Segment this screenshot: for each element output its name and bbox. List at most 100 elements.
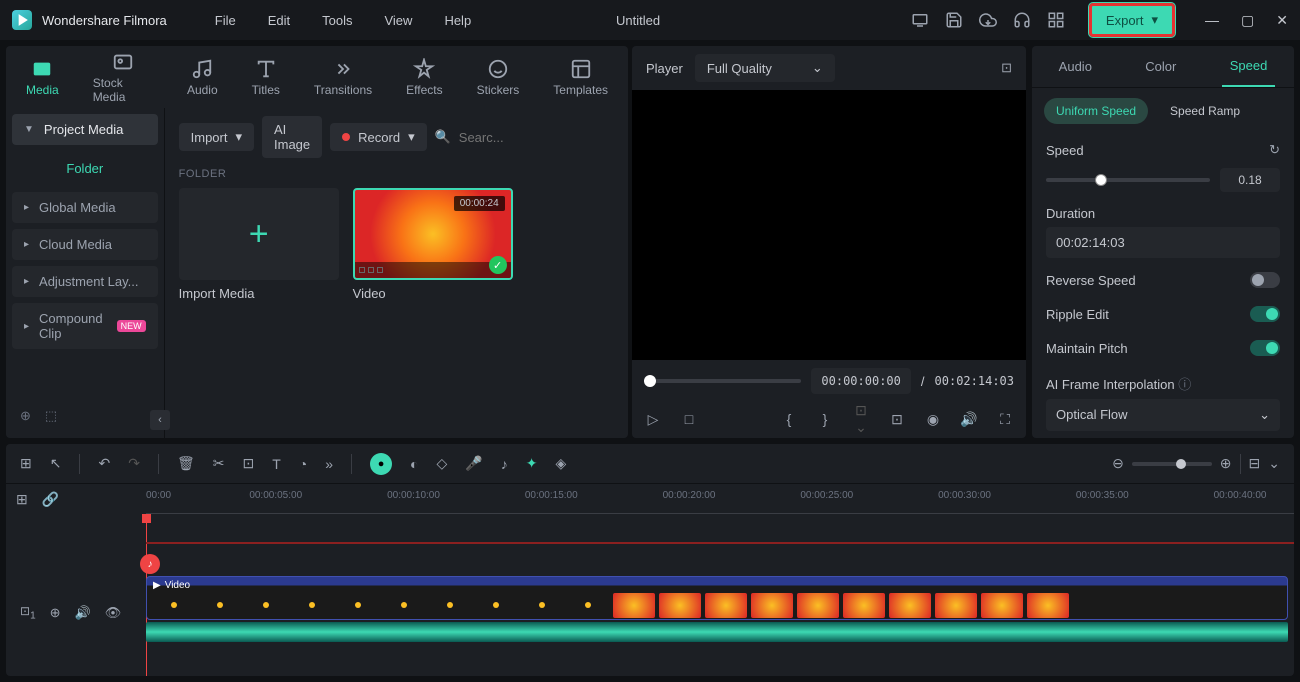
track-icon[interactable]: ⊡1 bbox=[20, 604, 36, 621]
visibility-icon[interactable]: 👁 bbox=[105, 605, 122, 621]
tab-color-props[interactable]: Color bbox=[1137, 47, 1184, 86]
music-icon[interactable]: ♪ bbox=[501, 456, 508, 472]
tab-audio-props[interactable]: Audio bbox=[1051, 47, 1100, 86]
mark-in-icon[interactable]: { bbox=[780, 411, 798, 427]
tab-speed-props[interactable]: Speed bbox=[1222, 46, 1276, 87]
chevron-down-icon: ▾ bbox=[235, 129, 242, 145]
scrub-handle[interactable] bbox=[644, 375, 656, 387]
mic-icon[interactable]: 🎤 bbox=[465, 455, 482, 472]
zoom-in-icon[interactable]: ⊕ bbox=[1220, 455, 1232, 472]
undo-icon[interactable]: ↶ bbox=[98, 455, 110, 472]
maximize-icon[interactable]: ▢ bbox=[1241, 12, 1254, 29]
preview-viewport[interactable] bbox=[632, 90, 1026, 360]
export-button[interactable]: Export ▾ bbox=[1089, 3, 1175, 37]
audio-track[interactable] bbox=[146, 622, 1288, 642]
audio-marker-icon[interactable]: ♪ bbox=[140, 554, 160, 574]
sidebar-compound-clip[interactable]: ▸ Compound Clip NEW bbox=[12, 303, 158, 349]
tab-templates[interactable]: Templates bbox=[553, 58, 608, 97]
keyframe-icon[interactable]: ◈ bbox=[555, 455, 566, 472]
zoom-out-icon[interactable]: ⊖ bbox=[1112, 455, 1124, 472]
play-icon[interactable]: ▷ bbox=[644, 411, 662, 428]
tab-media[interactable]: Media bbox=[26, 58, 59, 97]
subtab-speed-ramp[interactable]: Speed Ramp bbox=[1158, 98, 1252, 124]
redo-icon[interactable]: ↷ bbox=[128, 455, 140, 472]
search-input[interactable] bbox=[459, 130, 628, 145]
ai-icon[interactable]: ● bbox=[370, 453, 392, 475]
cloud-icon[interactable] bbox=[979, 11, 997, 29]
sidebar-global-media[interactable]: ▸ Global Media bbox=[12, 192, 158, 223]
apps-icon[interactable] bbox=[1047, 11, 1065, 29]
speed-handle[interactable] bbox=[1095, 174, 1107, 186]
project-media-header[interactable]: ▼ Project Media bbox=[12, 114, 158, 145]
menu-tools[interactable]: Tools bbox=[308, 9, 366, 32]
tab-titles[interactable]: Titles bbox=[252, 58, 280, 97]
more-tools-icon[interactable]: » bbox=[325, 456, 333, 472]
layout-icon[interactable]: ⊞ bbox=[20, 455, 32, 472]
stop-icon[interactable]: □ bbox=[680, 411, 698, 427]
sidebar-cloud-media[interactable]: ▸ Cloud Media bbox=[12, 229, 158, 260]
track-layout-icon[interactable]: ⊞ bbox=[16, 491, 28, 508]
folder-icon[interactable]: ⬚ bbox=[45, 408, 57, 424]
tab-effects[interactable]: Effects bbox=[406, 58, 442, 97]
add-track-icon[interactable]: ⊕ bbox=[50, 605, 61, 621]
display-icon[interactable]: ⊡ bbox=[888, 411, 906, 428]
ripple-toggle[interactable] bbox=[1250, 306, 1280, 322]
menu-edit[interactable]: Edit bbox=[254, 9, 304, 32]
image-icon[interactable]: ⊡ bbox=[1001, 60, 1012, 76]
settings-icon[interactable]: ⌄ bbox=[1268, 455, 1280, 472]
info-icon[interactable]: ⓘ bbox=[1178, 377, 1191, 392]
record-button[interactable]: Record ▾ bbox=[330, 123, 426, 151]
grid-icon[interactable]: ⊟ bbox=[1249, 455, 1261, 472]
mute-track-icon[interactable]: 🔊 bbox=[75, 605, 91, 621]
duration-input[interactable]: 00:02:14:03 bbox=[1046, 227, 1280, 258]
video-track[interactable]: ▶ Video bbox=[146, 576, 1288, 620]
speed-icon[interactable]: ◔ bbox=[299, 456, 307, 472]
mask-icon[interactable]: ◇ bbox=[436, 455, 447, 472]
link-icon[interactable]: 🔗 bbox=[42, 491, 59, 508]
color-icon[interactable]: ◐ bbox=[410, 456, 418, 472]
mark-out-icon[interactable]: } bbox=[816, 411, 834, 427]
pitch-label: Maintain Pitch bbox=[1046, 341, 1128, 356]
collapse-icon[interactable]: ‹ bbox=[150, 410, 170, 430]
ai-image-button[interactable]: AI Image bbox=[262, 116, 322, 158]
speed-slider[interactable] bbox=[1046, 178, 1210, 182]
pitch-toggle[interactable] bbox=[1250, 340, 1280, 356]
save-icon[interactable] bbox=[945, 11, 963, 29]
subtab-uniform-speed[interactable]: Uniform Speed bbox=[1044, 98, 1148, 124]
quality-select[interactable]: Full Quality ⌄ bbox=[695, 54, 835, 82]
headphones-icon[interactable] bbox=[1013, 11, 1031, 29]
delete-icon[interactable]: 🗑 bbox=[177, 455, 195, 472]
import-media-item[interactable]: + Import Media bbox=[179, 188, 339, 301]
titles-icon bbox=[255, 58, 277, 80]
zoom-handle[interactable] bbox=[1176, 459, 1186, 469]
aspect-icon[interactable]: ⊡ ⌄ bbox=[852, 402, 870, 436]
close-icon[interactable]: ✕ bbox=[1276, 12, 1288, 29]
marker-icon[interactable]: ✦ bbox=[526, 455, 538, 472]
video-media-item[interactable]: 00:00:24 ✓ Video bbox=[353, 188, 513, 301]
folder-label[interactable]: Folder bbox=[6, 151, 164, 186]
cut-icon[interactable]: ✂ bbox=[213, 455, 225, 472]
text-icon[interactable]: T bbox=[272, 456, 281, 472]
tab-stickers[interactable]: Stickers bbox=[477, 58, 520, 97]
fullscreen-icon[interactable]: ⛶ bbox=[996, 411, 1014, 428]
sidebar-adjustment-layer[interactable]: ▸ Adjustment Lay... bbox=[12, 266, 158, 297]
volume-icon[interactable]: 🔊 bbox=[960, 411, 978, 428]
reset-icon[interactable]: ↻ bbox=[1269, 142, 1280, 158]
menu-file[interactable]: File bbox=[201, 9, 250, 32]
timeline-ruler[interactable]: 00:00 00:00:05:00 00:00:10:00 00:00:15:0… bbox=[146, 484, 1294, 514]
crop-icon[interactable]: ⊡ bbox=[242, 455, 254, 472]
tab-audio[interactable]: Audio bbox=[187, 58, 218, 97]
ai-interpolation-select[interactable]: Optical Flow ⌄ bbox=[1046, 399, 1280, 431]
add-folder-icon[interactable]: ⊕ bbox=[20, 408, 31, 424]
import-button[interactable]: Import ▾ bbox=[179, 123, 254, 151]
reverse-toggle[interactable] bbox=[1250, 272, 1280, 288]
tab-transitions[interactable]: Transitions bbox=[314, 58, 372, 97]
screen-icon[interactable] bbox=[911, 11, 929, 29]
snapshot-icon[interactable]: ◉ bbox=[924, 411, 942, 428]
tab-stock-media[interactable]: Stock Media bbox=[93, 51, 153, 104]
minimize-icon[interactable]: — bbox=[1205, 12, 1219, 29]
speed-value[interactable]: 0.18 bbox=[1220, 168, 1280, 192]
zoom-slider[interactable] bbox=[1132, 462, 1212, 466]
scrub-slider[interactable] bbox=[644, 379, 801, 383]
cursor-icon[interactable]: ↖ bbox=[50, 455, 62, 472]
